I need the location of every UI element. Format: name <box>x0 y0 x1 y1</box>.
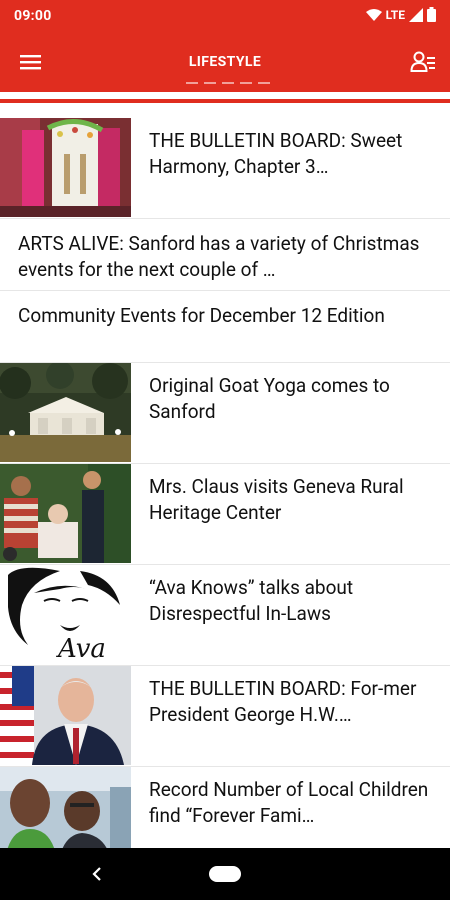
article-list-item[interactable]: THE BULLETIN BOARD: For-mer President Ge… <box>0 666 450 767</box>
system-nav-bar <box>0 848 450 900</box>
page-title: LIFESTYLE <box>188 54 262 70</box>
battery-icon <box>427 7 436 22</box>
signal-icon <box>409 7 423 22</box>
wifi-icon <box>365 8 382 21</box>
status-icons: LTE <box>365 7 436 22</box>
page-indicator-dot <box>186 82 198 84</box>
article-thumbnail <box>0 464 131 563</box>
article-list-item[interactable]: Ava “Ava Knows” talks about Disrespectfu… <box>0 565 450 666</box>
app-bar: LIFESTYLE <box>0 33 450 92</box>
article-thumbnail: Ava <box>0 565 131 664</box>
article-list-item[interactable]: Record Number of Local Children find “Fo… <box>0 767 450 848</box>
article-thumbnail <box>0 363 131 462</box>
article-title: Mrs. Claus visits Geneva Rural Heritage … <box>149 475 404 524</box>
article-title: Community Events for December 12 Edition <box>18 304 385 327</box>
article-list-item[interactable]: ARTS ALIVE: Sanford has a variety of Chr… <box>0 219 450 291</box>
article-title: ARTS ALIVE: Sanford has a variety of Chr… <box>18 232 420 281</box>
status-time: 09:00 <box>14 8 52 24</box>
ava-logo-text: Ava <box>56 634 106 664</box>
article-title: Original Goat Yoga comes to Sanford <box>149 374 390 423</box>
article-title: “Ava Knows” talks about Disrespectful In… <box>149 576 354 625</box>
article-list-item[interactable]: THE BULLETIN BOARD: Sweet Harmony, Chapt… <box>0 118 450 219</box>
article-title: THE BULLETIN BOARD: For-mer President Ge… <box>149 677 417 726</box>
page-indicator-dot <box>204 82 216 84</box>
article-thumbnail <box>0 118 131 217</box>
page-indicator-dot <box>258 82 270 84</box>
article-list-item[interactable]: Community Events for December 12 Edition <box>0 291 450 363</box>
home-button[interactable] <box>209 866 241 882</box>
article-thumbnail <box>0 666 131 765</box>
back-icon[interactable] <box>88 864 108 884</box>
page-indicator-dot <box>240 82 252 84</box>
article-list-item[interactable]: Original Goat Yoga comes to Sanford <box>0 363 450 464</box>
account-list-icon[interactable] <box>410 49 436 75</box>
article-list-item[interactable]: Mrs. Claus visits Geneva Rural Heritage … <box>0 464 450 565</box>
article-list[interactable]: THE BULLETIN BOARD: Sweet Harmony, Chapt… <box>0 118 450 848</box>
status-bar: 09:00 LTE <box>0 0 450 33</box>
article-title: THE BULLETIN BOARD: Sweet Harmony, Chapt… <box>149 129 403 178</box>
header-divider <box>0 99 450 103</box>
network-label: LTE <box>385 7 405 22</box>
article-title: Record Number of Local Children find “Fo… <box>149 778 429 827</box>
page-indicator-dot <box>222 82 234 84</box>
article-thumbnail <box>0 767 131 848</box>
page-indicator <box>186 82 270 84</box>
